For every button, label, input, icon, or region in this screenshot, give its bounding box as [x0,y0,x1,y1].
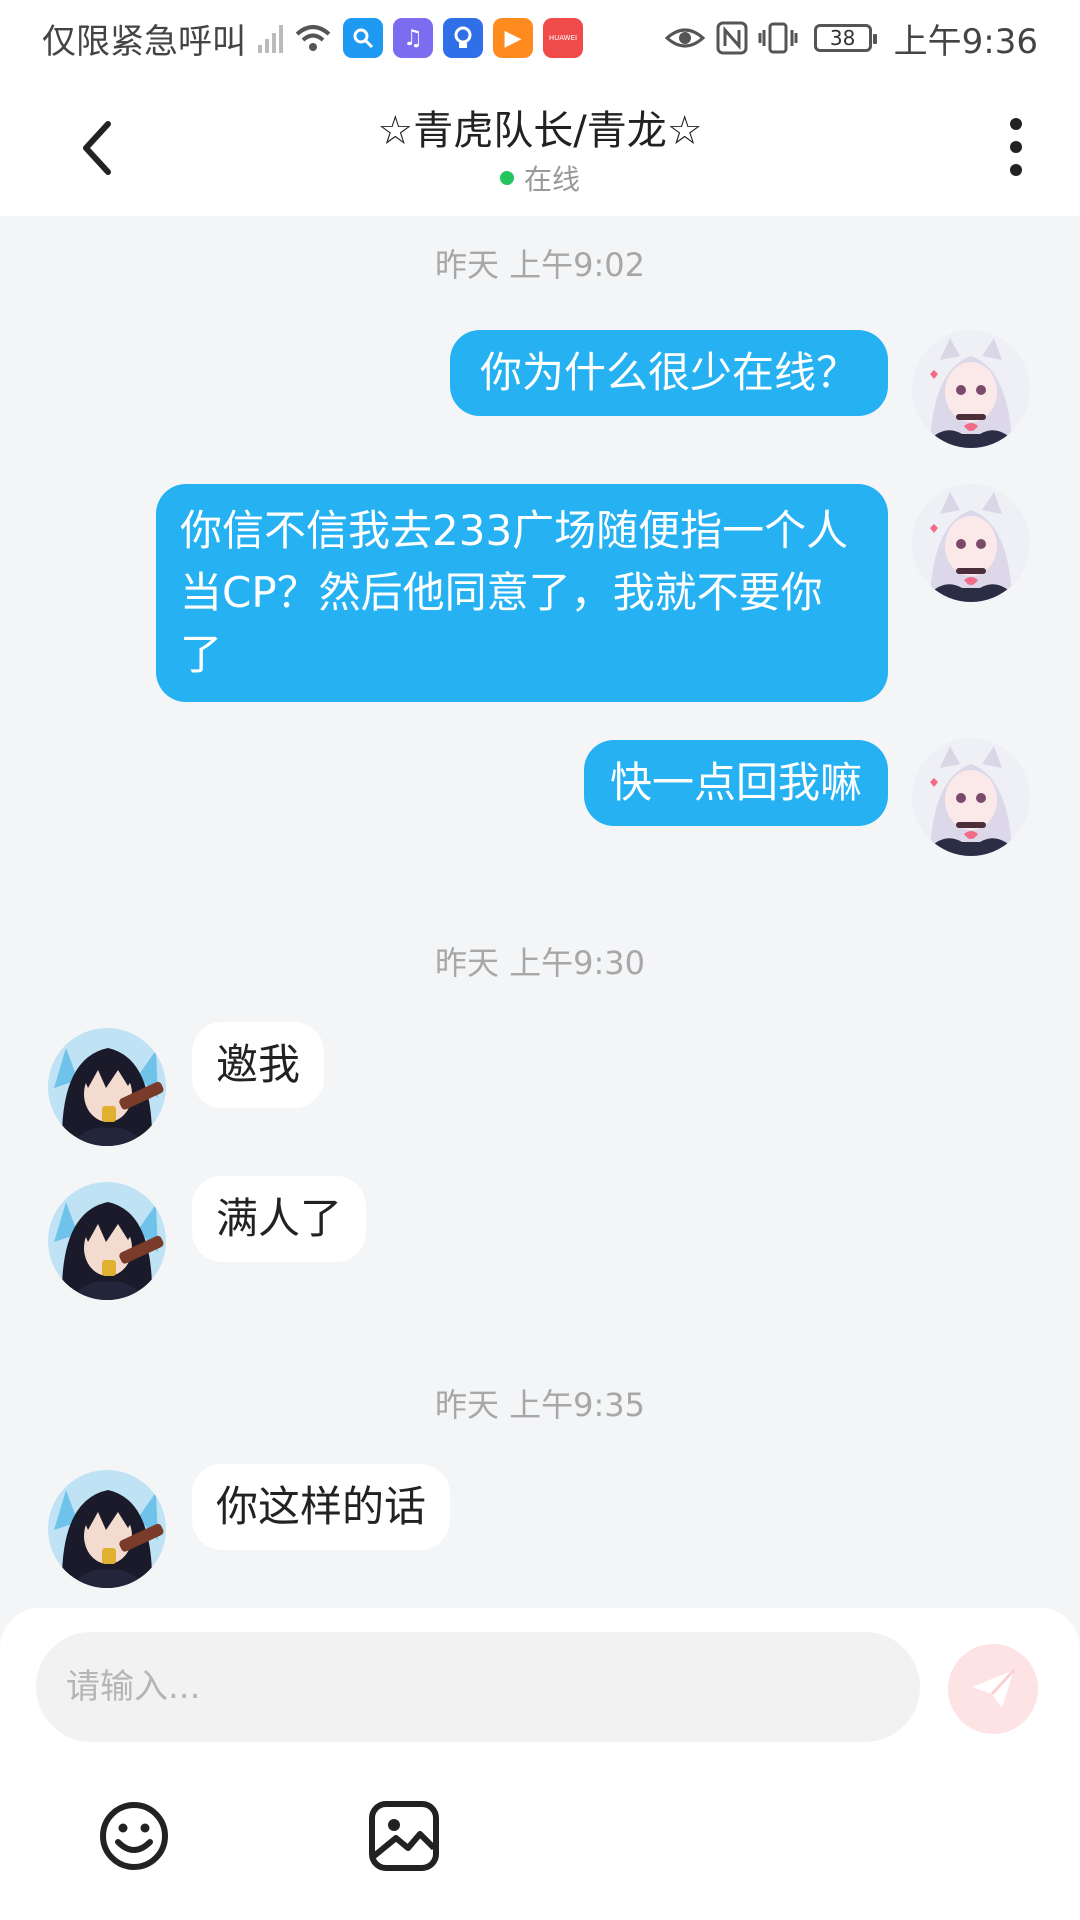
online-dot-icon [499,171,514,185]
status-bar: 仅限紧急呼叫 ♫ ▶ HUAWEI 38 上午9:36 [0,0,1080,76]
nfc-icon [716,21,748,55]
anime-boy-avatar-icon [48,1470,166,1588]
signal-icon [258,23,283,53]
wifi-icon [295,25,331,51]
contact-name: ☆青虎队长/青龙☆ [377,108,703,154]
more-options-button[interactable] [996,112,1036,182]
contact-avatar[interactable] [48,1028,166,1146]
video-app-icon[interactable]: ▶ [493,18,533,58]
battery-icon: 38 [813,24,877,52]
contact-avatar[interactable] [48,1182,166,1300]
send-paper-plane-icon [972,1668,1016,1708]
timestamp: 昨天 上午9:35 [434,1386,646,1424]
sent-message-bubble[interactable]: 你信不信我去233广场随便指一个人当CP？然后他同意了，我就不要你了 [156,484,888,702]
anime-girl-avatar-icon [912,738,1030,856]
clock-text: 上午9:36 [893,21,1038,62]
received-message-bubble[interactable]: 邀我 [192,1022,325,1108]
emoji-button[interactable] [96,1798,172,1874]
music-app-icon[interactable]: ♫ [393,18,433,58]
eye-comfort-icon [664,28,705,48]
online-status: 在线 [0,158,1080,198]
status-right: 38 上午9:36 [664,14,1038,63]
battery-level: 38 [829,26,856,50]
chat-header: ☆青虎队长/青龙☆ 在线 [0,76,1080,216]
sent-message-bubble[interactable]: 你为什么很少在线？ [449,330,888,416]
image-gallery-icon [369,1801,439,1871]
contact-avatar[interactable] [48,1470,166,1588]
vibrate-icon [758,22,798,54]
anime-boy-avatar-icon [48,1028,166,1146]
smiley-face-icon [100,1802,168,1870]
my-avatar[interactable] [912,738,1030,856]
search-app-icon[interactable] [343,18,383,58]
my-avatar[interactable] [912,330,1030,448]
huawei-appgallery-icon[interactable]: HUAWEI [543,18,583,58]
more-vertical-icon [1010,118,1022,176]
anime-girl-avatar-icon [912,330,1030,448]
image-button[interactable] [366,1798,442,1874]
composer-bar [0,1608,1080,1920]
my-avatar[interactable] [912,484,1030,602]
received-message-bubble[interactable]: 满人了 [192,1176,367,1262]
send-button[interactable] [948,1644,1038,1734]
received-message-bubble[interactable]: 你这样的话 [192,1464,451,1550]
chat-page: 仅限紧急呼叫 ♫ ▶ HUAWEI 38 上午9:36 ☆青虎队长/青龙☆ 在线… [0,0,1080,1920]
anime-girl-avatar-icon [912,484,1030,602]
timestamp: 昨天 上午9:30 [434,944,646,982]
message-list[interactable]: 昨天 上午9:02 你为什么很少在线？ 你信不信我去233广场随便指一个人当CP… [0,216,1080,1616]
online-status-text: 在线 [523,163,580,196]
sent-message-bubble[interactable]: 快一点回我嘛 [583,740,888,826]
anime-boy-avatar-icon [48,1182,166,1300]
carrier-text: 仅限紧急呼叫 [42,21,246,62]
status-left: 仅限紧急呼叫 ♫ ▶ HUAWEI [42,14,583,63]
timestamp: 昨天 上午9:02 [434,246,646,284]
message-input[interactable] [36,1632,920,1742]
bulb-app-icon[interactable] [443,18,483,58]
